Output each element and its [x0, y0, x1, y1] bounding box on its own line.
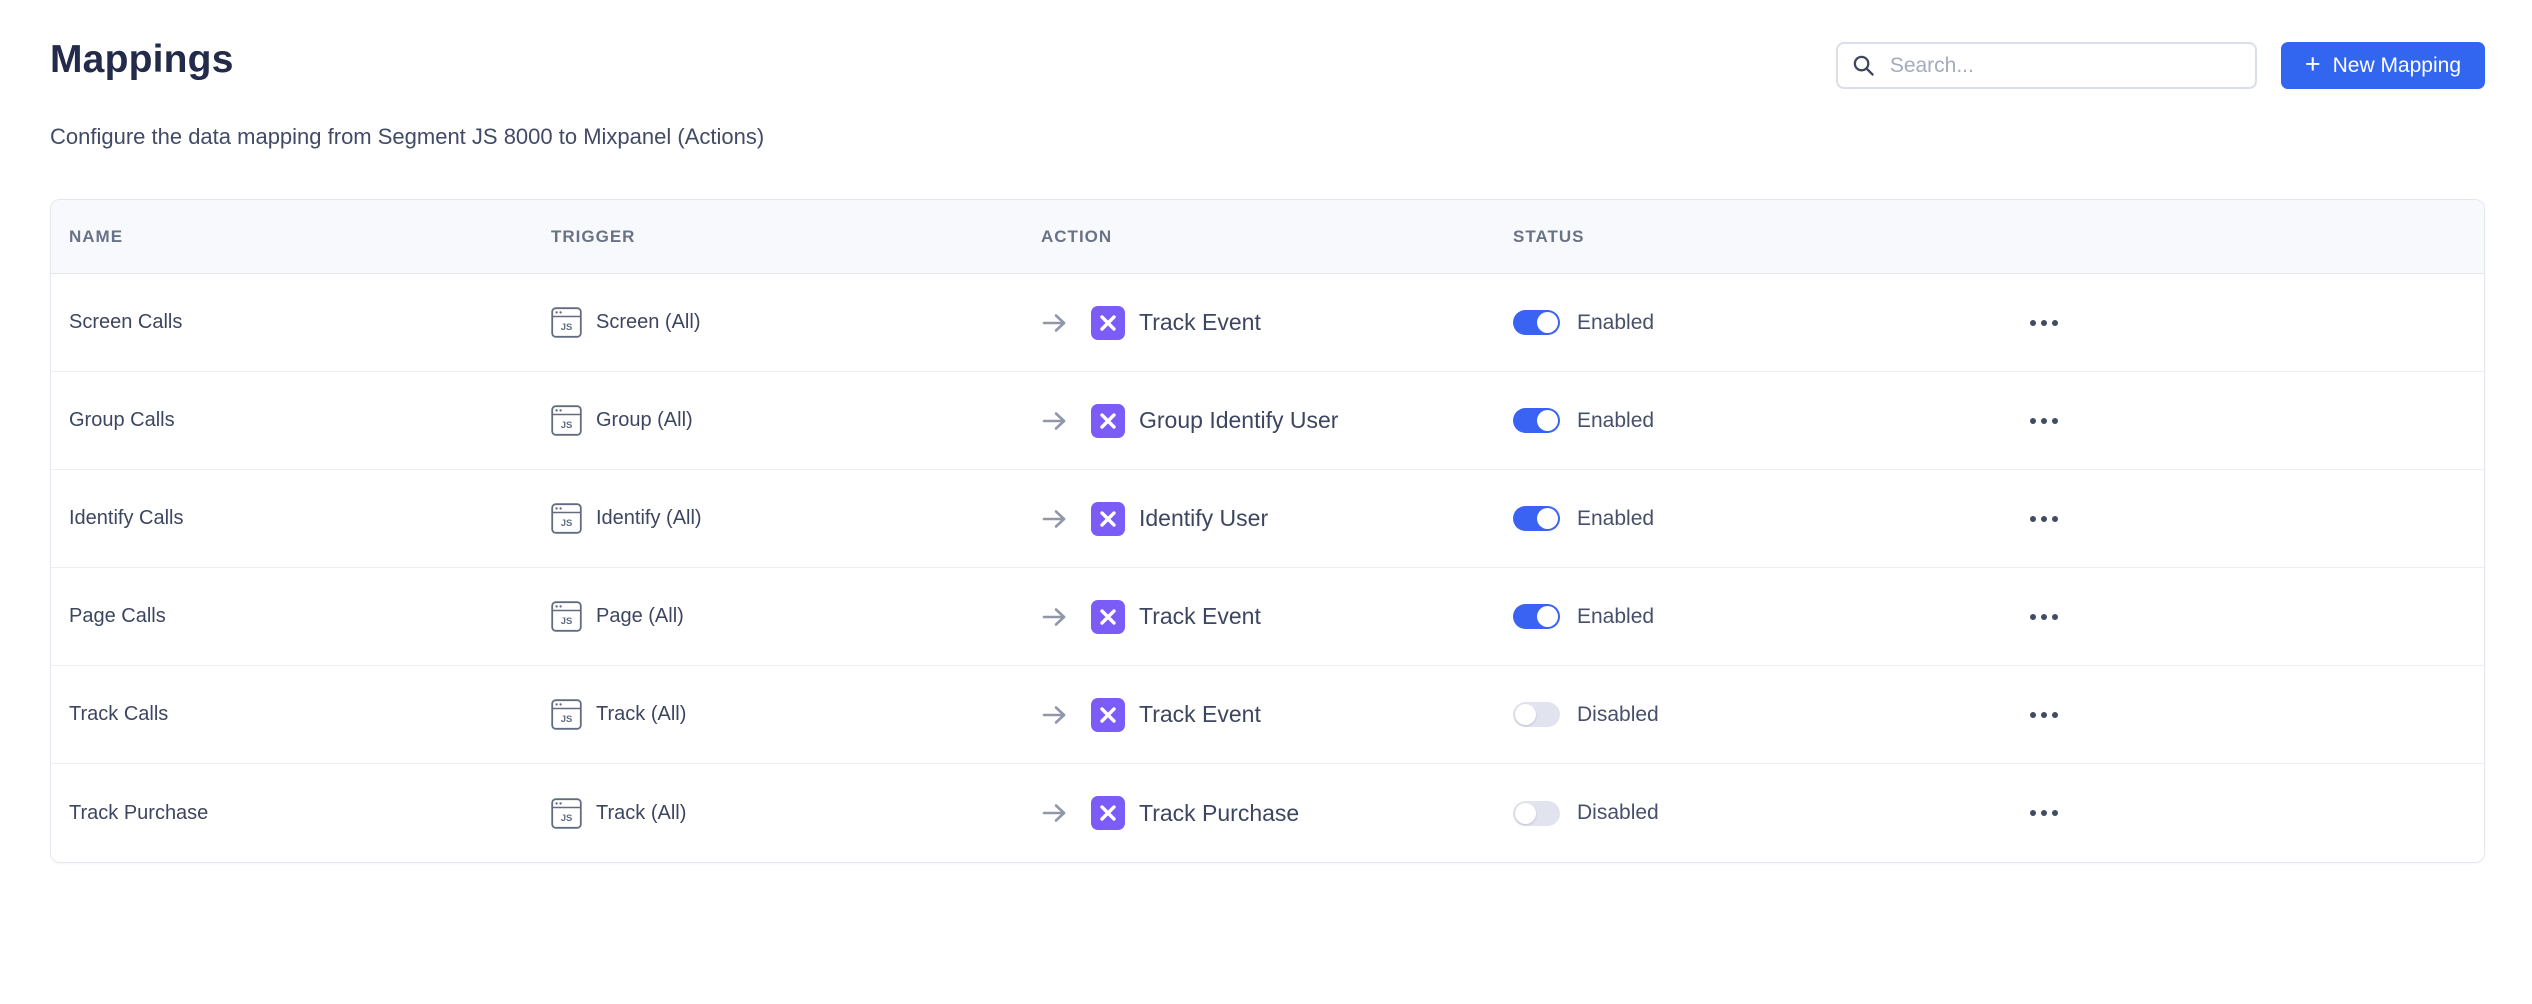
- action-label: Identify User: [1139, 505, 1268, 532]
- svg-text:JS: JS: [561, 518, 573, 529]
- page-title: Mappings: [50, 38, 764, 82]
- arrow-right-icon: [1041, 605, 1069, 629]
- table-row: Track Calls JS Track (All): [51, 666, 2484, 764]
- mixpanel-icon: [1091, 698, 1125, 732]
- mapping-name: Identify Calls: [69, 507, 184, 530]
- table-row: Identify Calls JS Identify (All): [51, 470, 2484, 568]
- mapping-name: Track Purchase: [69, 802, 208, 825]
- toggle-knob: [1537, 508, 1558, 529]
- svg-text:JS: JS: [561, 616, 573, 627]
- trigger-label: Screen (All): [596, 311, 700, 334]
- page-header: Mappings Configure the data mapping from…: [50, 38, 2485, 150]
- ellipsis-icon: [2030, 810, 2036, 816]
- row-menu-button[interactable]: [2024, 410, 2064, 432]
- status-label: Enabled: [1577, 605, 1654, 629]
- ellipsis-icon: [2030, 320, 2036, 326]
- table-row: Screen Calls JS Screen (All): [51, 274, 2484, 372]
- plus-icon: +: [2305, 51, 2321, 78]
- row-menu-button[interactable]: [2024, 606, 2064, 628]
- svg-text:JS: JS: [561, 813, 573, 824]
- new-mapping-button[interactable]: + New Mapping: [2281, 42, 2485, 89]
- mixpanel-icon: [1091, 404, 1125, 438]
- ellipsis-icon: [2030, 418, 2036, 424]
- mixpanel-icon: [1091, 306, 1125, 340]
- table-row: Group Calls JS Group (All): [51, 372, 2484, 470]
- column-header-status: STATUS: [1513, 227, 1980, 247]
- column-header-name: NAME: [51, 227, 551, 247]
- trigger-label: Track (All): [596, 802, 686, 825]
- javascript-window-icon: JS: [551, 503, 582, 534]
- mapping-name: Page Calls: [69, 605, 166, 628]
- toggle-knob: [1537, 606, 1558, 627]
- mixpanel-icon: [1091, 796, 1125, 830]
- javascript-window-icon: JS: [551, 601, 582, 632]
- arrow-right-icon: [1041, 311, 1069, 335]
- arrow-right-icon: [1041, 703, 1069, 727]
- table-body: Screen Calls JS Screen (All): [51, 274, 2484, 862]
- status-label: Disabled: [1577, 801, 1659, 825]
- mixpanel-icon: [1091, 502, 1125, 536]
- search-icon: [1852, 54, 1875, 77]
- status-toggle[interactable]: [1513, 604, 1560, 629]
- arrow-right-icon: [1041, 409, 1069, 433]
- column-header-action: ACTION: [1041, 227, 1513, 247]
- toolbar: + New Mapping: [1836, 42, 2485, 89]
- new-mapping-label: New Mapping: [2333, 54, 2461, 78]
- arrow-right-icon: [1041, 801, 1069, 825]
- search-box: [1836, 42, 2257, 89]
- status-toggle[interactable]: [1513, 408, 1560, 433]
- svg-text:JS: JS: [561, 420, 573, 431]
- mapping-name: Track Calls: [69, 703, 168, 726]
- ellipsis-icon: [2030, 614, 2036, 620]
- title-block: Mappings Configure the data mapping from…: [50, 38, 764, 150]
- status-label: Enabled: [1577, 507, 1654, 531]
- svg-text:JS: JS: [561, 714, 573, 725]
- mapping-name: Screen Calls: [69, 311, 182, 334]
- javascript-window-icon: JS: [551, 798, 582, 829]
- toggle-knob: [1515, 803, 1536, 824]
- table-header: NAME TRIGGER ACTION STATUS: [51, 200, 2484, 274]
- mapping-name: Group Calls: [69, 409, 175, 432]
- trigger-label: Track (All): [596, 703, 686, 726]
- mappings-page: Mappings Configure the data mapping from…: [0, 0, 2532, 1004]
- mappings-table: NAME TRIGGER ACTION STATUS Screen Calls …: [50, 199, 2485, 863]
- search-input[interactable]: [1836, 42, 2257, 89]
- row-menu-button[interactable]: [2024, 312, 2064, 334]
- column-header-trigger: TRIGGER: [551, 227, 1041, 247]
- toggle-knob: [1537, 410, 1558, 431]
- toggle-knob: [1515, 704, 1536, 725]
- javascript-window-icon: JS: [551, 405, 582, 436]
- javascript-window-icon: JS: [551, 307, 582, 338]
- ellipsis-icon: [2030, 712, 2036, 718]
- action-label: Track Event: [1139, 603, 1261, 630]
- table-row: Track Purchase JS Track (All): [51, 764, 2484, 862]
- status-label: Disabled: [1577, 703, 1659, 727]
- status-toggle[interactable]: [1513, 506, 1560, 531]
- status-toggle[interactable]: [1513, 801, 1560, 826]
- action-label: Group Identify User: [1139, 407, 1338, 434]
- ellipsis-icon: [2030, 516, 2036, 522]
- action-label: Track Purchase: [1139, 800, 1299, 827]
- trigger-label: Group (All): [596, 409, 693, 432]
- action-label: Track Event: [1139, 701, 1261, 728]
- page-subtitle: Configure the data mapping from Segment …: [50, 124, 764, 150]
- trigger-label: Page (All): [596, 605, 684, 628]
- row-menu-button[interactable]: [2024, 802, 2064, 824]
- svg-text:JS: JS: [561, 322, 573, 333]
- arrow-right-icon: [1041, 507, 1069, 531]
- status-toggle[interactable]: [1513, 702, 1560, 727]
- table-row: Page Calls JS Page (All): [51, 568, 2484, 666]
- status-label: Enabled: [1577, 311, 1654, 335]
- trigger-label: Identify (All): [596, 507, 702, 530]
- action-label: Track Event: [1139, 309, 1261, 336]
- javascript-window-icon: JS: [551, 699, 582, 730]
- row-menu-button[interactable]: [2024, 704, 2064, 726]
- mixpanel-icon: [1091, 600, 1125, 634]
- toggle-knob: [1537, 312, 1558, 333]
- status-toggle[interactable]: [1513, 310, 1560, 335]
- row-menu-button[interactable]: [2024, 508, 2064, 530]
- status-label: Enabled: [1577, 409, 1654, 433]
